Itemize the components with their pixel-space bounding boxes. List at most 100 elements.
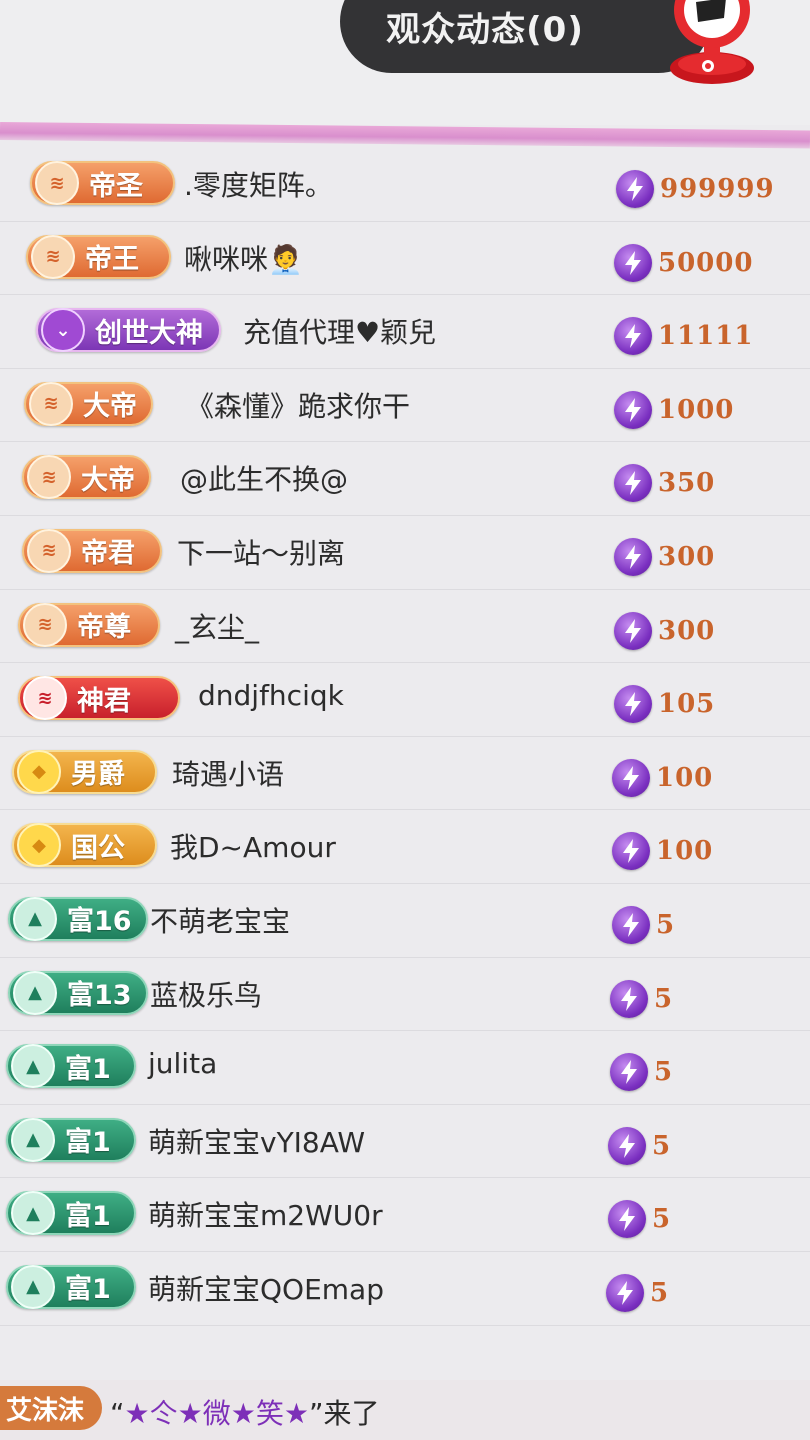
rank-emblem-icon: ⌄ xyxy=(41,308,85,353)
level-badge: ▲ 富1 xyxy=(6,1264,136,1309)
level-badge: ≋ 帝君 xyxy=(22,528,162,573)
rank-emblem-icon: ▲ xyxy=(11,1044,55,1089)
lightning-coin-icon xyxy=(614,685,652,724)
lightning-coin-icon xyxy=(614,243,652,282)
list-item[interactable]: ▲ 富16 不萌老宝宝 5 xyxy=(0,884,810,958)
rank-emblem-icon: ≋ xyxy=(35,161,79,205)
list-item[interactable]: ≋ 帝王 啾咪咪🧑‍💼 50000 xyxy=(0,222,810,296)
lightning-coin-icon xyxy=(608,1200,646,1239)
viewer-name[interactable]: 不萌老宝宝 xyxy=(150,900,290,940)
list-item[interactable]: ≋ 帝圣 .零度矩阵。 999999 xyxy=(0,148,810,222)
contribution: 300 xyxy=(614,611,716,650)
contribution: 999999 xyxy=(616,170,775,208)
contribution: 5 xyxy=(610,1053,673,1092)
badge-label: 大帝 xyxy=(83,391,137,423)
contribution-amount: 100 xyxy=(656,762,714,793)
contribution-amount: 300 xyxy=(658,541,716,572)
rank-emblem-icon: ◆ xyxy=(17,823,61,868)
arrival-notice: 艾沫沫 “★仒★微★笑★”来了 xyxy=(0,1380,810,1440)
level-badge: ≋ 神君 xyxy=(18,676,180,721)
arrival-user-tag[interactable]: 艾沫沫 xyxy=(0,1386,103,1430)
lightning-coin-icon xyxy=(612,905,650,944)
lightning-coin-icon xyxy=(614,390,652,429)
viewer-name[interactable]: .零度矩阵。 xyxy=(184,164,333,204)
mascot-icon[interactable] xyxy=(652,0,772,90)
lightning-coin-icon xyxy=(616,170,654,208)
viewer-name[interactable]: 琦遇小语 xyxy=(172,753,284,793)
contribution-amount: 100 xyxy=(656,836,714,867)
viewer-name[interactable]: 萌新宝宝vYI8AW xyxy=(148,1121,365,1161)
badge-label: 富1 xyxy=(65,1127,111,1159)
level-badge: ▲ 富1 xyxy=(6,1044,136,1089)
list-item[interactable]: ▲ 富1 萌新宝宝vYI8AW 5 xyxy=(0,1105,810,1179)
contribution: 11111 xyxy=(614,317,754,356)
contribution: 100 xyxy=(612,832,714,871)
viewer-name[interactable]: 我D~Amour xyxy=(170,826,336,866)
contribution: 1000 xyxy=(614,390,735,429)
lightning-coin-icon xyxy=(610,1053,648,1092)
viewer-name[interactable]: 萌新宝宝m2WU0r xyxy=(148,1194,383,1234)
viewer-name[interactable]: 下一站～别离 xyxy=(177,532,345,572)
list-item[interactable]: ≋ 神君 dndjfhciqk 105 xyxy=(0,663,810,737)
viewer-name[interactable]: _玄尘_ xyxy=(175,606,259,646)
rank-emblem-icon: ≋ xyxy=(27,528,71,573)
list-item[interactable]: ≋ 帝君 下一站～别离 300 xyxy=(0,516,810,590)
lightning-coin-icon xyxy=(614,537,652,576)
contribution: 5 xyxy=(608,1200,672,1239)
header-area: 观众动态(0) xyxy=(0,0,810,149)
contribution-amount: 5 xyxy=(652,1130,672,1161)
contribution: 100 xyxy=(612,758,714,797)
badge-label: 帝君 xyxy=(81,538,135,570)
contribution-amount: 50000 xyxy=(658,247,754,278)
level-badge: ≋ 帝圣 xyxy=(30,161,175,205)
viewer-name[interactable]: 啾咪咪🧑‍💼 xyxy=(184,238,303,278)
contribution-amount: 11111 xyxy=(658,321,754,352)
level-badge: ≋ 帝王 xyxy=(26,234,171,279)
list-item[interactable]: ▲ 富1 萌新宝宝QOEmap 5 xyxy=(0,1252,810,1326)
lightning-coin-icon xyxy=(614,317,652,356)
level-badge: ≋ 大帝 xyxy=(24,381,153,426)
viewer-list[interactable]: ≋ 帝圣 .零度矩阵。 999999 ≋ 帝王 啾咪咪🧑‍💼 50000 ⌄ 创世大神 充值代理♥颖… xyxy=(0,148,810,1326)
lightning-coin-icon xyxy=(608,1126,646,1165)
contribution-amount: 300 xyxy=(658,615,716,646)
badge-label: 帝圣 xyxy=(89,170,143,202)
badge-label: 富1 xyxy=(65,1274,111,1306)
viewer-name[interactable]: @此生不换@ xyxy=(180,458,348,498)
arrival-message: “★仒★微★笑★”来了 xyxy=(110,1392,379,1432)
list-item[interactable]: ▲ 富1 julita 5 xyxy=(0,1031,810,1105)
lightning-coin-icon xyxy=(612,758,650,797)
contribution-amount: 5 xyxy=(652,1204,672,1235)
list-item[interactable]: ≋ 大帝 @此生不换@ 350 xyxy=(0,442,810,516)
list-item[interactable]: ◆ 男爵 琦遇小语 100 xyxy=(0,737,810,811)
lightning-coin-icon xyxy=(610,979,648,1018)
list-item[interactable]: ◆ 国公 我D~Amour 100 xyxy=(0,810,810,884)
viewer-name[interactable]: julita xyxy=(148,1047,217,1080)
level-badge: ≋ 帝尊 xyxy=(18,602,160,647)
contribution: 5 xyxy=(612,905,676,944)
viewer-name[interactable]: 蓝极乐鸟 xyxy=(150,974,262,1014)
viewer-name[interactable]: dndjfhciqk xyxy=(198,679,344,712)
badge-label: 帝王 xyxy=(85,244,139,276)
rank-emblem-icon: ▲ xyxy=(11,1117,55,1162)
level-badge: ▲ 富1 xyxy=(6,1117,136,1162)
viewer-name[interactable]: 《森懂》跪求你干 xyxy=(186,385,410,425)
arrival-suffix: ”来了 xyxy=(308,1397,380,1430)
rank-emblem-icon: ≋ xyxy=(23,602,67,647)
arrival-name: ★仒★微★笑★ xyxy=(124,1397,309,1430)
rank-emblem-icon: ▲ xyxy=(11,1264,55,1309)
contribution-amount: 1000 xyxy=(658,394,735,425)
badge-label: 大帝 xyxy=(81,464,135,496)
contribution: 5 xyxy=(610,979,673,1018)
list-item[interactable]: ≋ 大帝 《森懂》跪求你干 1000 xyxy=(0,369,810,443)
badge-label: 富16 xyxy=(67,906,132,938)
viewer-name[interactable]: 充值代理♥颖兒 xyxy=(243,311,436,351)
contribution-amount: 5 xyxy=(650,1277,670,1308)
rank-emblem-icon: ▲ xyxy=(11,1191,55,1236)
viewer-name[interactable]: 萌新宝宝QOEmap xyxy=(148,1268,384,1308)
page-title: 观众动态(0) xyxy=(386,10,584,50)
list-item[interactable]: ▲ 富13 蓝极乐鸟 5 xyxy=(0,958,810,1032)
list-item[interactable]: ⌄ 创世大神 充值代理♥颖兒 11111 xyxy=(0,295,810,369)
list-item[interactable]: ▲ 富1 萌新宝宝m2WU0r 5 xyxy=(0,1178,810,1252)
contribution-amount: 5 xyxy=(656,909,676,940)
list-item[interactable]: ≋ 帝尊 _玄尘_ 300 xyxy=(0,590,810,664)
